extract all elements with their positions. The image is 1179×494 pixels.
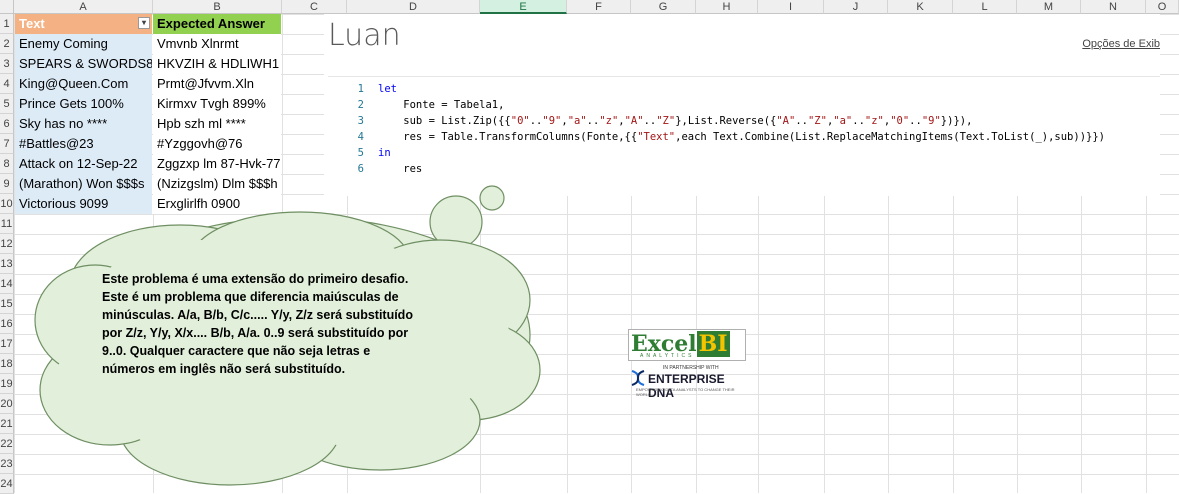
callout-text: Este problema é uma extensão do primeiro… [102,272,413,376]
excelbi-logo: ExcelBI ANALYTICS IN PARTNERSHIP WITH EN… [628,329,748,400]
dna-icon [631,370,645,386]
cloud-callout-shape [34,185,541,486]
partnership-text: IN PARTNERSHIP WITH [663,365,719,371]
analytics-text: ANALYTICS [640,353,695,359]
tagline-text: EMPOWERING DATA ANALYSTS TO CHANGE THEIR… [636,387,735,397]
